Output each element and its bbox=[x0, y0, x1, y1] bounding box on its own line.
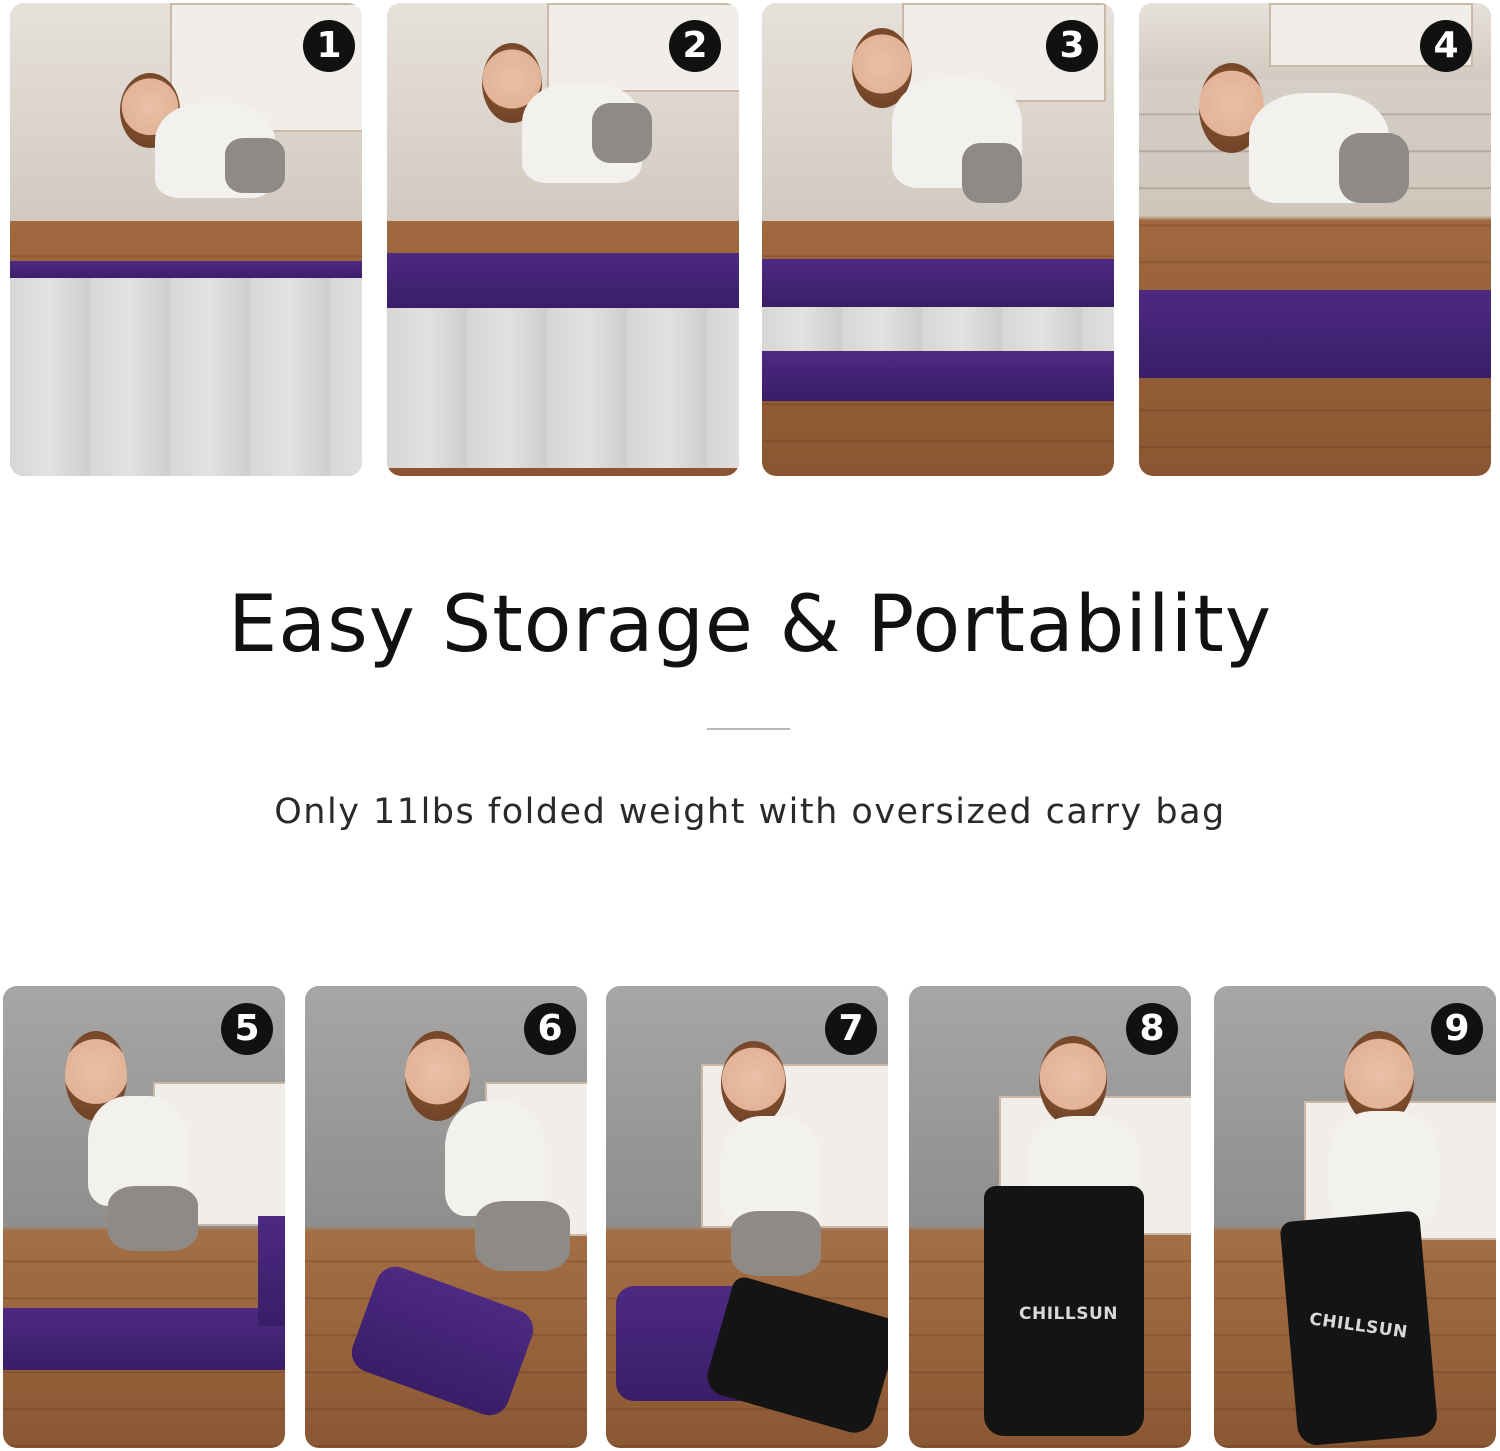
step-2-photo: 2 bbox=[387, 3, 739, 476]
bag-logo: CHILLSUN bbox=[1019, 1304, 1118, 1324]
step-number-badge: 6 bbox=[524, 1003, 576, 1055]
step-5-photo: 5 bbox=[3, 986, 285, 1448]
step-number-badge: 8 bbox=[1126, 1003, 1178, 1055]
step-9-photo: CHILLSUN 9 bbox=[1214, 986, 1496, 1448]
page-title: Easy Storage & Portability bbox=[228, 580, 1272, 670]
step-number-badge: 5 bbox=[221, 1003, 273, 1055]
step-3-photo: 3 bbox=[762, 3, 1114, 476]
step-7-photo: 7 bbox=[606, 986, 888, 1448]
step-number-badge: 7 bbox=[825, 1003, 877, 1055]
step-4-photo: 4 bbox=[1139, 3, 1491, 476]
step-number-badge: 1 bbox=[303, 20, 355, 72]
subtitle: Only 11lbs folded weight with oversized … bbox=[274, 792, 1226, 832]
step-8-photo: CHILLSUN 8 bbox=[909, 986, 1191, 1448]
step-number-badge: 2 bbox=[669, 20, 721, 72]
step-number-badge: 3 bbox=[1046, 20, 1098, 72]
divider bbox=[707, 728, 790, 730]
step-1-photo: 1 bbox=[10, 3, 362, 476]
step-6-photo: 6 bbox=[305, 986, 587, 1448]
step-number-badge: 4 bbox=[1420, 20, 1472, 72]
step-number-badge: 9 bbox=[1431, 1003, 1483, 1055]
